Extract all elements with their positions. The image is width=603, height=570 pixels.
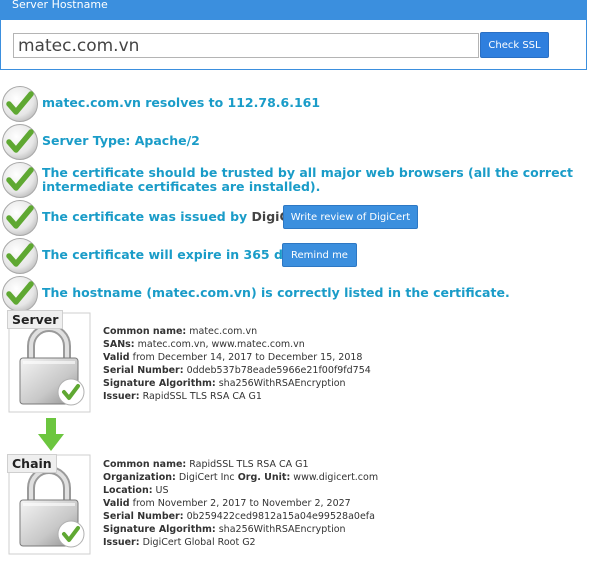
check-icon (1, 199, 39, 237)
check-icon (1, 237, 39, 275)
remind-me-button[interactable]: Remind me (282, 243, 357, 267)
result-text: The certificate should be trusted by all… (42, 165, 573, 194)
server-badge: Server (7, 310, 64, 329)
check-ssl-button[interactable]: Check SSL (480, 32, 549, 58)
cert-field: Valid from November 2, 2017 to November … (103, 498, 351, 509)
server-cert-details: Common name: matec.com.vn SANs: matec.co… (103, 325, 371, 403)
cert-field: Valid from December 14, 2017 to December… (103, 352, 363, 363)
result-text: matec.com.vn resolves to 112.78.6.161 (42, 95, 321, 110)
cert-field: Issuer: RapidSSL TLS RSA CA G1 (103, 391, 262, 402)
cert-field: Serial Number: 0b259422ced9812a15a04e995… (103, 511, 375, 522)
cert-field: Organization: DigiCert Inc Org. Unit: ww… (103, 472, 379, 483)
check-icon (1, 85, 39, 123)
server-cert-image: Server (7, 310, 92, 414)
result-text: The hostname (matec.com.vn) is correctly… (42, 285, 510, 300)
cert-field: Common name: matec.com.vn (103, 326, 258, 337)
check-icon (1, 161, 39, 199)
cert-field: SANs: matec.com.vn, www.matec.com.vn (103, 339, 305, 350)
chain-arrow-icon (38, 418, 64, 451)
cert-field: Location: US (103, 485, 169, 496)
write-review-button[interactable]: Write review of DigiCert (283, 205, 418, 229)
cert-field: Common name: RapidSSL TLS RSA CA G1 (103, 459, 309, 470)
chain-badge: Chain (7, 454, 57, 473)
cert-field: Signature Algorithm: sha256WithRSAEncryp… (103, 378, 346, 389)
check-icon (1, 123, 39, 161)
cert-field: Serial Number: 0ddeb537b78eade5966e21f00… (103, 365, 371, 376)
cert-field: Signature Algorithm: sha256WithRSAEncryp… (103, 524, 346, 535)
result-text-part: The certificate was issued by (42, 209, 252, 224)
result-text: The certificate will expire in 365 days. (42, 247, 312, 262)
result-text: The certificate was issued by DigiCert. (42, 210, 314, 224)
hostname-input[interactable] (13, 33, 479, 58)
chain-cert-image: Chain (7, 452, 92, 556)
panel-header: Server Hostname (1, 0, 586, 20)
result-text: Server Type: Apache/2 (42, 133, 200, 148)
cert-field: Issuer: DigiCert Global Root G2 (103, 537, 256, 548)
chain-cert-details: Common name: RapidSSL TLS RSA CA G1 Orga… (103, 458, 378, 549)
panel-title: Server Hostname (12, 0, 108, 11)
hostname-panel: Server Hostname Check SSL (0, 0, 587, 70)
check-icon (1, 275, 39, 313)
